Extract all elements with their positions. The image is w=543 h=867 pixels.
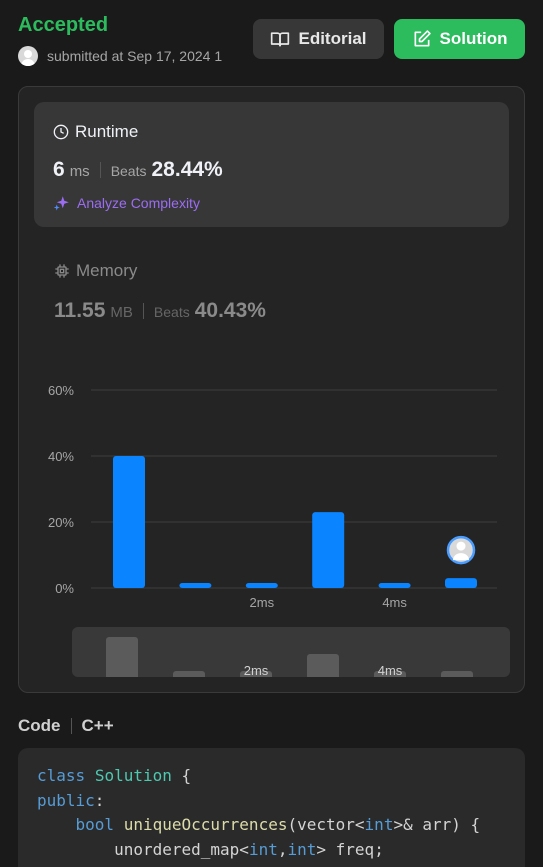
y-tick-label: 40% <box>48 449 74 464</box>
divider <box>99 162 101 178</box>
runtime-metrics: 6 ms Beats 28.44% <box>53 158 223 182</box>
editorial-button[interactable]: Editorial <box>253 19 384 59</box>
memory-title[interactable]: Memory <box>54 261 137 281</box>
edit-icon <box>414 30 431 47</box>
x-tick-label: 4ms <box>382 595 407 610</box>
code-line: class Solution { <box>37 766 192 785</box>
divider <box>70 718 72 734</box>
mini-bar <box>106 637 138 677</box>
memory-beats-pct: 40.43% <box>194 299 266 322</box>
mini-bar <box>441 671 473 677</box>
memory-unit: MB <box>110 304 133 321</box>
submitted-text: submitted at Sep 17, 2024 1 <box>47 48 223 64</box>
analyze-complexity-label: Analyze Complexity <box>77 195 200 211</box>
y-tick-label: 0% <box>55 581 74 596</box>
mini-bar <box>173 671 205 677</box>
editorial-label: Editorial <box>298 29 367 48</box>
book-icon <box>271 32 290 47</box>
solution-label: Solution <box>439 29 508 48</box>
divider <box>142 303 144 319</box>
chart-range-navigator[interactable]: 2ms 4ms <box>72 627 510 677</box>
y-tick-label: 60% <box>48 383 74 398</box>
code-header: Code C++ <box>18 716 114 736</box>
user-avatar-marker[interactable] <box>446 535 476 565</box>
mini-x-label: 2ms <box>244 663 269 677</box>
code-label: Code <box>18 716 61 735</box>
bar[interactable] <box>245 583 278 588</box>
x-tick-label: 2ms <box>250 595 275 610</box>
mini-bar <box>307 654 339 677</box>
bar[interactable] <box>445 578 477 588</box>
memory-value: 11.55 <box>54 299 106 322</box>
solution-button[interactable]: Solution <box>394 19 525 59</box>
y-tick-label: 20% <box>48 515 74 530</box>
runtime-unit: ms <box>69 163 90 180</box>
memory-title-label: Memory <box>76 261 138 280</box>
memory-metrics: 11.55 MB Beats 40.43% <box>54 299 266 323</box>
submission-status: Accepted <box>18 14 109 36</box>
avatar[interactable] <box>18 46 38 66</box>
runtime-title: Runtime <box>53 122 138 142</box>
runtime-beats-label: Beats <box>110 163 147 179</box>
runtime-distribution-chart[interactable]: 0% 20% 40% 60% 2ms 4ms <box>19 372 526 612</box>
bar[interactable] <box>113 456 145 588</box>
runtime-beats-pct: 28.44% <box>151 158 223 181</box>
analyze-complexity-link[interactable]: Analyze Complexity <box>53 194 200 212</box>
memory-beats-label: Beats <box>153 304 190 320</box>
bar[interactable] <box>378 583 411 588</box>
runtime-value: 6 <box>53 158 65 181</box>
code-line: unordered_map<int,int> freq; <box>114 839 384 859</box>
code-line: bool uniqueOccurrences(vector<int>& arr)… <box>75 815 481 834</box>
performance-panel: Runtime 6 ms Beats 28.44% Analyze Comple… <box>18 86 525 693</box>
clock-icon <box>53 124 69 140</box>
bar[interactable] <box>179 583 212 588</box>
runtime-card[interactable]: Runtime 6 ms Beats 28.44% Analyze Comple… <box>34 102 509 227</box>
bar[interactable] <box>312 512 345 588</box>
runtime-title-label: Runtime <box>75 122 139 141</box>
sparkle-icon <box>53 196 69 211</box>
submission-info: submitted at Sep 17, 2024 1 <box>18 46 222 66</box>
chip-icon <box>55 264 69 278</box>
mini-x-label: 4ms <box>378 663 403 677</box>
code-line: public: <box>37 790 105 810</box>
code-block[interactable]: class Solution { public: bool uniqueOccur… <box>18 748 525 867</box>
code-language: C++ <box>81 716 114 735</box>
